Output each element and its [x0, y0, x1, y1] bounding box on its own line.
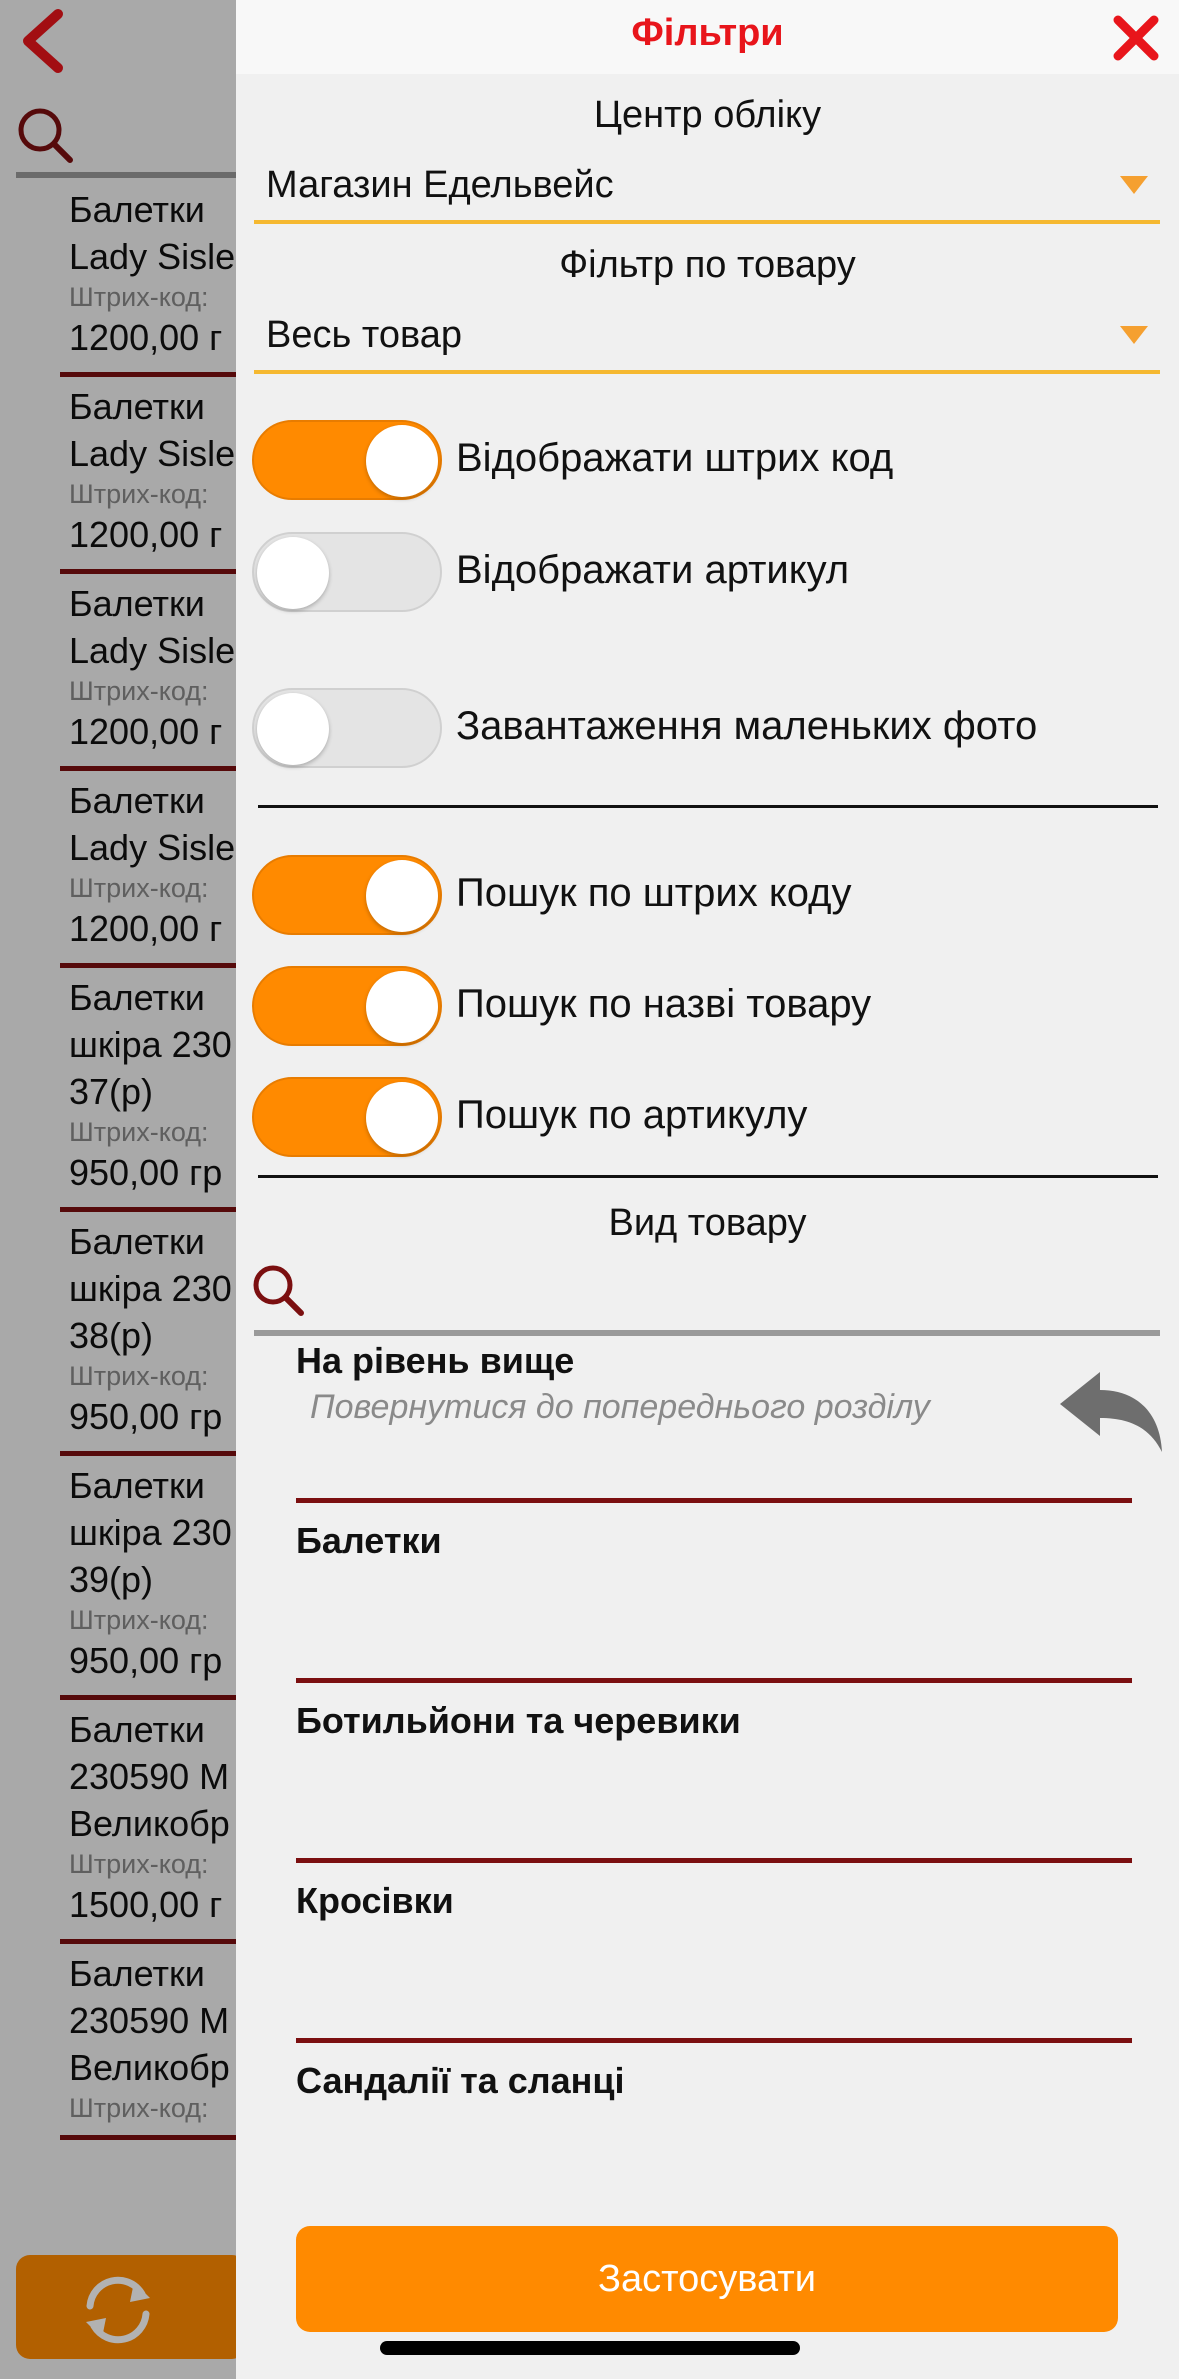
filters-panel: Фільтри Центр обліку Магазин Едельвейс Ф…: [236, 0, 1179, 2379]
category-divider: [296, 1678, 1132, 1683]
toggle-label: Відображати штрих код: [456, 436, 894, 480]
search-by-article-toggle[interactable]: [252, 1077, 442, 1157]
toggle-knob: [366, 860, 438, 932]
small-photos-toggle[interactable]: [252, 688, 442, 768]
toggle-row-small-photos: Завантаження маленьких фото: [252, 688, 1152, 768]
toggle-knob: [257, 537, 329, 609]
toggle-knob: [366, 971, 438, 1043]
accounting-center-dropdown[interactable]: Магазин Едельвейс: [254, 152, 1160, 224]
toggle-row-show-barcode: Відображати штрих код: [252, 420, 1152, 500]
toggle-label: Пошук по штрих коду: [456, 871, 852, 915]
search-underline: [254, 1330, 1160, 1336]
toggle-row-search-name: Пошук по назві товару: [252, 966, 1152, 1046]
up-level-item[interactable]: На рівень вище Повернутися до попередньо…: [296, 1340, 1162, 1504]
panel-title: Фільтри: [631, 12, 784, 54]
toggle-row-search-barcode: Пошук по штрих коду: [252, 855, 1152, 935]
toggle-row-search-article: Пошук по артикулу: [252, 1077, 1152, 1157]
toggle-label: Пошук по назві товару: [456, 982, 872, 1026]
dropdown-arrow-icon: [1120, 326, 1148, 344]
product-filter-value: Весь товар: [266, 314, 462, 356]
category-item[interactable]: Балетки: [296, 1520, 1132, 1690]
search-by-name-toggle[interactable]: [252, 966, 442, 1046]
dim-overlay[interactable]: [0, 0, 236, 2379]
product-type-label: Вид товару: [608, 1202, 807, 1244]
category-item[interactable]: Ботильйони та черевики: [296, 1700, 1132, 1870]
back-arrow-icon: [1060, 1372, 1162, 1452]
category-divider: [296, 2038, 1132, 2043]
apply-button[interactable]: Застосувати: [296, 2226, 1118, 2332]
toggle-row-show-article: Відображати артикул: [252, 532, 1152, 612]
up-level-title: На рівень вище: [296, 1340, 575, 1381]
toggle-knob: [257, 693, 329, 765]
dropdown-arrow-icon: [1120, 176, 1148, 194]
show-barcode-toggle[interactable]: [252, 420, 442, 500]
section-divider: [258, 1175, 1158, 1178]
product-filter-dropdown[interactable]: Весь товар: [254, 302, 1160, 374]
home-indicator: [380, 2341, 800, 2355]
accounting-center-label: Центр обліку: [593, 94, 822, 136]
category-item[interactable]: Сандалії та сланці: [296, 2060, 1132, 2230]
panel-header: Фільтри: [236, 0, 1179, 74]
accounting-center-value: Магазин Едельвейс: [266, 164, 614, 206]
search-by-barcode-toggle[interactable]: [252, 855, 442, 935]
toggle-label: Завантаження маленьких фото: [456, 704, 1038, 748]
toggle-label: Відображати артикул: [456, 548, 850, 592]
category-divider: [296, 1858, 1132, 1863]
show-article-toggle[interactable]: [252, 532, 442, 612]
search-icon[interactable]: [250, 1262, 306, 1318]
toggle-knob: [366, 1082, 438, 1154]
close-icon[interactable]: [1112, 14, 1160, 62]
category-item[interactable]: Кросівки: [296, 1880, 1132, 2050]
category-divider: [296, 1498, 1132, 1503]
section-divider: [258, 805, 1158, 808]
toggle-knob: [366, 425, 438, 497]
product-filter-label: Фільтр по товару: [559, 244, 856, 286]
toggle-label: Пошук по артикулу: [456, 1093, 808, 1137]
up-level-subtitle: Повернутися до попереднього розділу: [310, 1388, 930, 1426]
